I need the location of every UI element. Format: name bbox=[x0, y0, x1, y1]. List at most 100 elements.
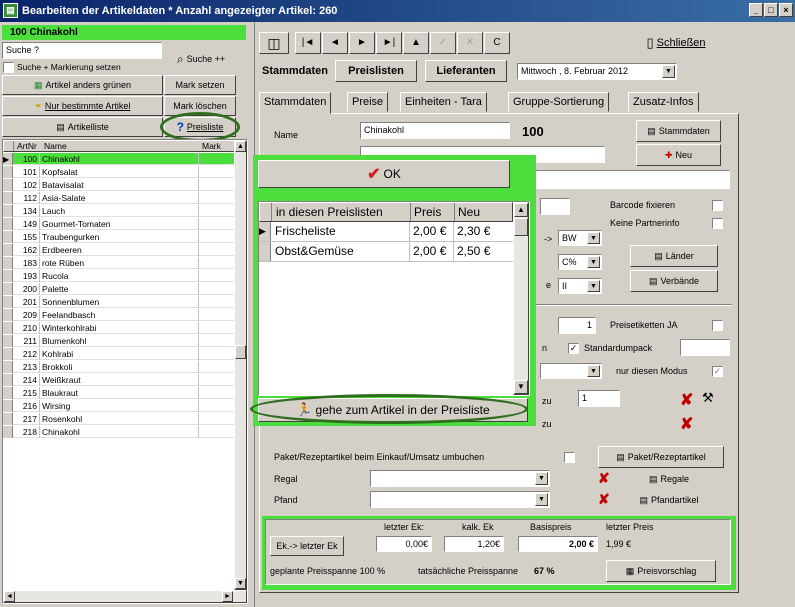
paket-button[interactable]: ▤ Paket/Rezeptartikel bbox=[598, 446, 724, 468]
scroll-down-button[interactable]: ▼ bbox=[514, 380, 528, 394]
bw-select[interactable]: BW ▼ bbox=[558, 230, 602, 246]
scroll-left-button[interactable]: ◄ bbox=[4, 591, 15, 602]
next-record-button[interactable]: ► bbox=[349, 32, 375, 54]
associations-button[interactable]: ▤ Verbände bbox=[630, 270, 718, 292]
red-x-icon[interactable]: ✘ bbox=[598, 470, 610, 487]
red-x-icon[interactable]: ✘ bbox=[680, 414, 693, 434]
insert-record-button[interactable]: ▲ bbox=[403, 32, 429, 54]
new-button[interactable]: ✚ Neu bbox=[636, 144, 721, 166]
field-a-input[interactable] bbox=[540, 198, 570, 215]
minimize-button[interactable]: _ bbox=[749, 3, 763, 17]
last-record-button[interactable]: ►| bbox=[376, 32, 402, 54]
other-green-button[interactable]: ▦ Artikel anders grünen bbox=[2, 75, 163, 95]
table-row[interactable]: Obst&Gemüse 2,00 € 2,50 € bbox=[259, 242, 513, 262]
table-row[interactable]: 212 Kohlrabi bbox=[3, 348, 236, 360]
table-row[interactable]: 217 Rosenkohl bbox=[3, 413, 236, 425]
tab-zusatz-infos[interactable]: Zusatz-Infos bbox=[628, 92, 699, 112]
table-row[interactable]: 210 Winterkohlrabi bbox=[3, 322, 236, 334]
cancel-record-button[interactable]: ✕ bbox=[457, 32, 483, 54]
scroll-down-button[interactable]: ▼ bbox=[235, 578, 246, 589]
first-record-button[interactable]: |◄ bbox=[295, 32, 321, 54]
price-labels-checkbox[interactable] bbox=[712, 320, 723, 331]
table-row[interactable]: 102 Batavisalat bbox=[3, 179, 236, 191]
table-row[interactable]: 112 Asia-Salate bbox=[3, 192, 236, 204]
mode-select[interactable]: ▼ bbox=[540, 363, 602, 379]
col-price-header[interactable]: Preis bbox=[410, 203, 441, 221]
table-row[interactable]: 155 Traubengurken bbox=[3, 231, 236, 243]
table-row[interactable]: 162 Erdbeeren bbox=[3, 244, 236, 256]
table-row[interactable]: ▶ 100 Chinakohl bbox=[3, 153, 236, 165]
ek-to-last-ek-button[interactable]: Ek.-> letzter Ek bbox=[270, 536, 344, 556]
close-window-button[interactable]: × bbox=[779, 3, 793, 17]
scroll-right-button[interactable]: ► bbox=[222, 591, 233, 602]
table-hscrollbar[interactable]: ◄ ► bbox=[3, 590, 247, 603]
popup-vscrollbar[interactable]: ▲ ▼ bbox=[513, 202, 529, 395]
table-row[interactable]: 214 Weißkraut bbox=[3, 374, 236, 386]
col-artnr-header[interactable]: ArtNr bbox=[17, 141, 37, 151]
table-row[interactable]: 193 Rucola bbox=[3, 270, 236, 282]
calc-ek-input[interactable]: 1,20€ bbox=[444, 536, 504, 552]
pfand-select[interactable]: ▼ bbox=[370, 491, 550, 508]
scroll-thumb[interactable] bbox=[235, 345, 246, 359]
layout-toggle-button[interactable]: ◫ bbox=[259, 32, 289, 54]
subtab-lieferanten[interactable]: Lieferanten bbox=[425, 60, 507, 82]
table-row[interactable]: 200 Palette bbox=[3, 283, 236, 295]
table-row[interactable]: 213 Brokkoli bbox=[3, 361, 236, 373]
paket-checkbox[interactable] bbox=[564, 452, 575, 463]
regale-button[interactable]: ▤ Regale bbox=[615, 469, 723, 489]
tools-icon[interactable]: ⚒ bbox=[702, 390, 714, 406]
ok-button[interactable]: ✔ OK bbox=[258, 160, 510, 188]
col-pricelist-header[interactable]: in diesen Preislisten bbox=[276, 203, 383, 221]
standard-pack-input[interactable] bbox=[680, 339, 730, 356]
prev-record-button[interactable]: ◄ bbox=[322, 32, 348, 54]
regal-select[interactable]: ▼ bbox=[370, 470, 550, 487]
scroll-up-button[interactable]: ▲ bbox=[514, 203, 528, 217]
red-x-icon[interactable]: ✘ bbox=[680, 390, 693, 410]
barcode-checkbox[interactable] bbox=[712, 200, 723, 211]
col-name-header[interactable]: Name bbox=[44, 141, 67, 151]
subtab-preislisten[interactable]: Preislisten bbox=[335, 60, 417, 82]
one-input[interactable]: 1 bbox=[558, 317, 596, 334]
search-plus-button[interactable]: ⌕ Suche ++ bbox=[166, 44, 236, 74]
only-mode-checkbox[interactable]: ✓ bbox=[712, 366, 723, 377]
post-record-button[interactable]: ✓ bbox=[430, 32, 456, 54]
table-vscrollbar[interactable]: ▲ ▼ bbox=[234, 140, 247, 590]
tab-preise[interactable]: Preise bbox=[347, 92, 389, 112]
ii-select[interactable]: II ▼ bbox=[558, 278, 602, 294]
table-row[interactable]: 101 Kopfsalat bbox=[3, 166, 236, 178]
maximize-button[interactable]: □ bbox=[764, 3, 778, 17]
table-row[interactable]: 209 Feelandbasch bbox=[3, 309, 236, 321]
search-input[interactable]: Suche ? bbox=[2, 42, 162, 59]
partner-checkbox[interactable] bbox=[712, 218, 723, 229]
table-row[interactable]: 215 Blaukraut bbox=[3, 387, 236, 399]
table-row[interactable]: 201 Sonnenblumen bbox=[3, 296, 236, 308]
pfand-button[interactable]: ▤ Pfandartikel bbox=[615, 490, 723, 510]
article-list-button[interactable]: ▤ Artikelliste bbox=[2, 117, 163, 137]
red-x-icon[interactable]: ✘ bbox=[598, 491, 610, 508]
table-row[interactable]: 211 Blumenkohl bbox=[3, 335, 236, 347]
table-row[interactable]: 216 Wirsing bbox=[3, 400, 236, 412]
mark-set-button[interactable]: Mark setzen bbox=[164, 75, 236, 95]
table-row[interactable]: 134 Lauch bbox=[3, 205, 236, 217]
zu-input[interactable]: 1 bbox=[578, 390, 620, 407]
last-ek-input[interactable]: 0,00€ bbox=[376, 536, 432, 552]
standard-pack-checkbox[interactable]: ✓ bbox=[568, 343, 579, 354]
only-certain-button[interactable]: ⏷ Nur bestimmte Artikel bbox=[2, 96, 163, 116]
col-new-header[interactable]: Neu bbox=[454, 203, 480, 221]
close-button[interactable]: ▯ Schließen bbox=[631, 32, 721, 54]
refresh-button[interactable]: C bbox=[484, 32, 510, 54]
table-row[interactable]: 149 Gourmet-Tomaten bbox=[3, 218, 236, 230]
countries-button[interactable]: ▤ Länder bbox=[630, 245, 718, 267]
tab-gruppe-sortierung[interactable]: Gruppe-Sortierung bbox=[508, 92, 610, 112]
price-suggest-button[interactable]: ▦ Preisvorschlag bbox=[606, 560, 716, 582]
tab-stammdaten[interactable]: Stammdaten bbox=[259, 92, 332, 114]
table-row[interactable]: 183 rote Rüben bbox=[3, 257, 236, 269]
scroll-up-button[interactable]: ▲ bbox=[235, 141, 246, 152]
stammdaten-button[interactable]: ▤ Stammdaten bbox=[636, 120, 721, 142]
table-row[interactable]: ▶ Frischeliste 2,00 € 2,30 € bbox=[259, 222, 513, 242]
table-row[interactable]: 218 Chinakohl bbox=[3, 426, 236, 438]
base-price-input[interactable]: 2,00 € bbox=[518, 536, 598, 552]
col-mark-header[interactable]: Mark bbox=[202, 141, 221, 151]
c-select[interactable]: C% ▼ bbox=[558, 254, 602, 270]
tab-einheiten-tara[interactable]: Einheiten - Tara bbox=[400, 92, 487, 112]
